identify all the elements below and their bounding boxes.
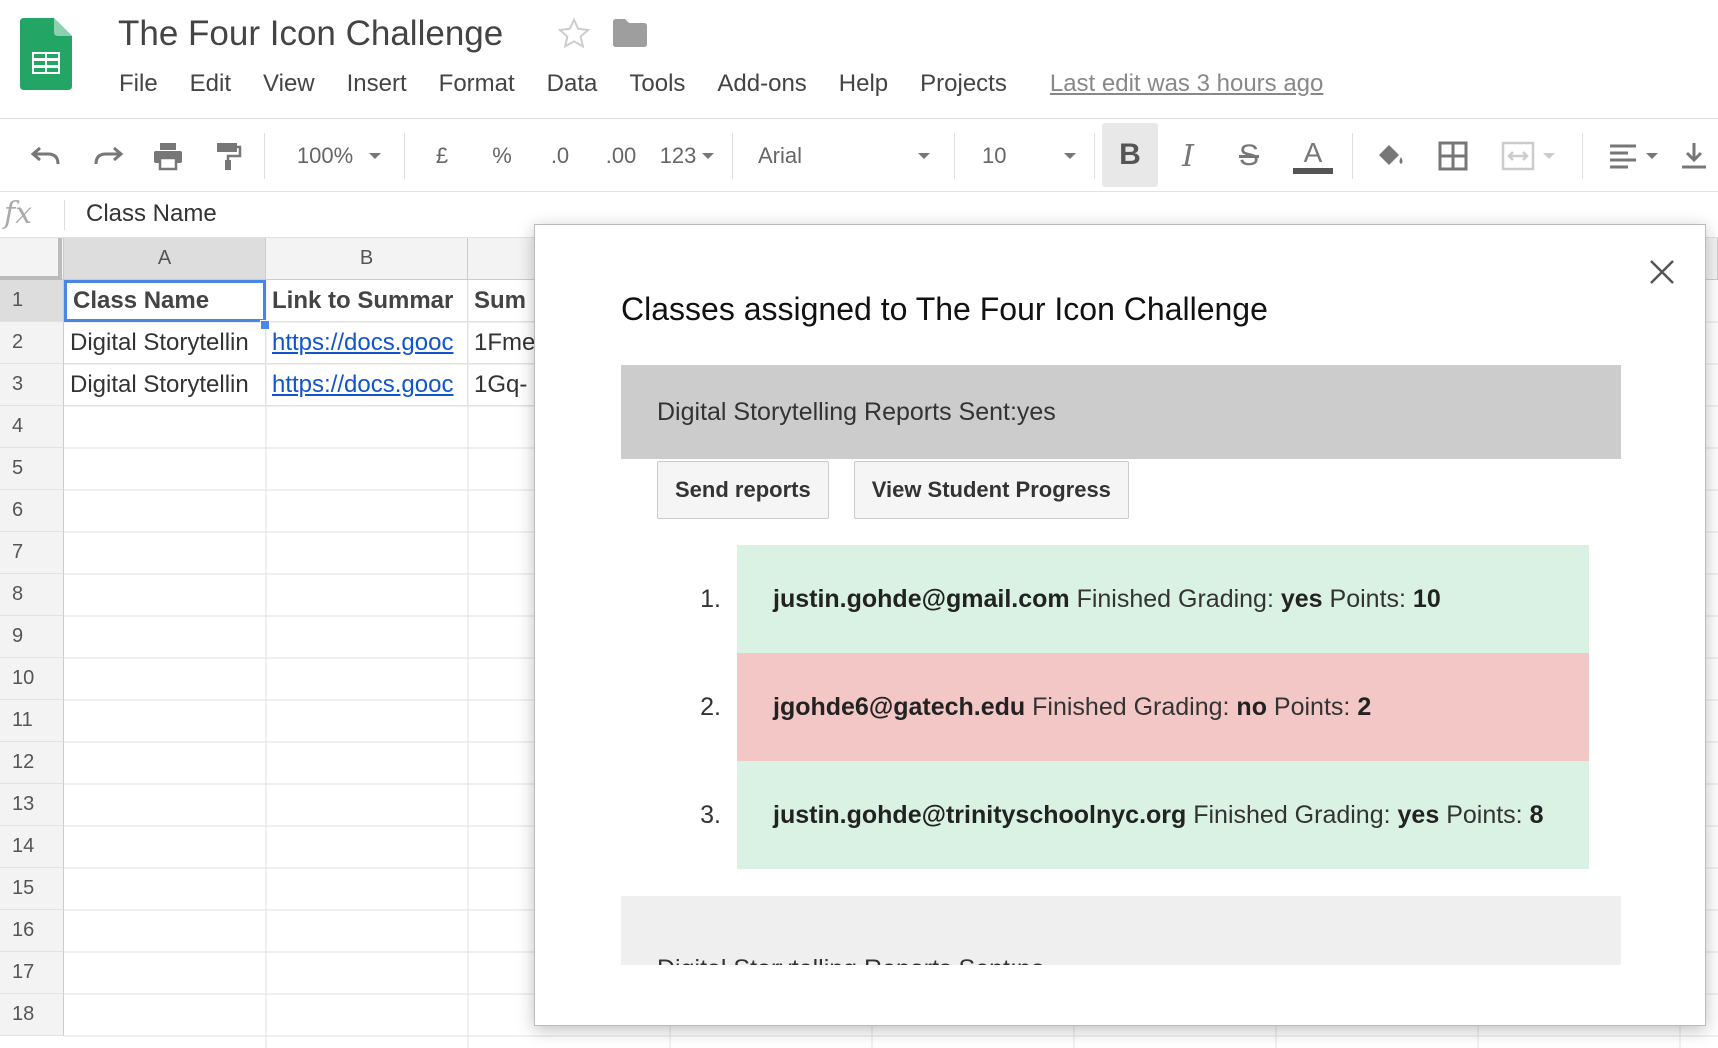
sheets-logo-icon[interactable] bbox=[20, 18, 72, 90]
list-item: 2. jgohde6@gatech.edu Finished Grading: … bbox=[700, 653, 1589, 761]
menu-projects[interactable]: Projects bbox=[909, 70, 1018, 98]
student-points: 2 bbox=[1357, 692, 1372, 721]
paint-format-icon[interactable] bbox=[204, 119, 252, 193]
print-icon[interactable] bbox=[144, 119, 192, 193]
class-header-label: Digital Storytelling Reports Sent:yes bbox=[657, 397, 1056, 426]
undo-icon[interactable] bbox=[22, 119, 70, 193]
cell-a3[interactable]: Digital Storytellin bbox=[64, 364, 266, 406]
menu-tools[interactable]: Tools bbox=[618, 70, 696, 98]
row-header[interactable]: 3 bbox=[0, 364, 64, 406]
row-header[interactable]: 1 bbox=[0, 280, 64, 322]
menu-insert[interactable]: Insert bbox=[336, 70, 418, 98]
list-item: 1. justin.gohde@gmail.com Finished Gradi… bbox=[700, 545, 1589, 653]
grading-status: yes bbox=[1280, 584, 1323, 613]
dialog-title: Classes assigned to The Four Icon Challe… bbox=[621, 291, 1268, 327]
cell-a1[interactable]: Class Name bbox=[64, 280, 266, 322]
decrease-decimal-button[interactable]: .0 bbox=[540, 119, 580, 193]
vertical-align-icon[interactable] bbox=[1672, 119, 1716, 193]
class-header-label: Digital Storytelling Reports Sent:no bbox=[657, 955, 1045, 965]
row-header[interactable]: 17 bbox=[0, 952, 64, 994]
fill-color-icon[interactable] bbox=[1366, 119, 1416, 193]
student-points: 10 bbox=[1412, 584, 1441, 613]
student-points: 8 bbox=[1529, 800, 1544, 829]
cell-c2[interactable]: 1Fme bbox=[468, 322, 538, 364]
zoom-select[interactable]: 100% bbox=[284, 119, 394, 193]
row-header[interactable]: 8 bbox=[0, 574, 64, 616]
student-email: jgohde6@gatech.edu bbox=[773, 692, 1026, 721]
dialog-content: Digital Storytelling Reports Sent:yes Se… bbox=[621, 365, 1621, 965]
menu-file[interactable]: File bbox=[108, 70, 169, 98]
class-actions: Send reports View Student Progress bbox=[621, 461, 1621, 519]
cell-a2[interactable]: Digital Storytellin bbox=[64, 322, 266, 364]
list-item: 3. justin.gohde@trinityschoolnyc.org Fin… bbox=[700, 761, 1589, 869]
student-email: justin.gohde@trinityschoolnyc.org bbox=[773, 800, 1187, 829]
more-formats-select[interactable]: 123 bbox=[656, 119, 718, 193]
menu-bar: File Edit View Insert Format Data Tools … bbox=[108, 66, 1323, 102]
send-reports-button[interactable]: Send reports bbox=[657, 461, 829, 519]
merge-cells-icon[interactable] bbox=[1490, 119, 1566, 193]
row-header[interactable]: 11 bbox=[0, 700, 64, 742]
select-all-corner[interactable] bbox=[0, 238, 64, 280]
borders-icon[interactable] bbox=[1428, 119, 1478, 193]
row-header[interactable]: 5 bbox=[0, 448, 64, 490]
row-header[interactable]: 7 bbox=[0, 532, 64, 574]
menu-edit[interactable]: Edit bbox=[179, 70, 242, 98]
row-header[interactable]: 10 bbox=[0, 658, 64, 700]
cell-b2[interactable]: https://docs.gooc bbox=[266, 322, 468, 364]
menu-data[interactable]: Data bbox=[536, 70, 609, 98]
cell-b3[interactable]: https://docs.gooc bbox=[266, 364, 468, 406]
close-icon[interactable] bbox=[1645, 255, 1679, 289]
increase-decimal-button[interactable]: .00 bbox=[598, 119, 644, 193]
fx-icon: fx bbox=[4, 196, 33, 231]
percent-format-button[interactable]: % bbox=[484, 119, 520, 193]
row-header[interactable]: 13 bbox=[0, 784, 64, 826]
align-left-icon[interactable] bbox=[1600, 119, 1666, 193]
row-header[interactable]: 9 bbox=[0, 616, 64, 658]
formula-input[interactable]: Class Name bbox=[86, 200, 217, 228]
app-header: The Four Icon Challenge File Edit View I… bbox=[0, 0, 1718, 118]
font-size-select[interactable]: 10 bbox=[982, 119, 1076, 193]
column-header-a[interactable]: A bbox=[64, 238, 266, 280]
row-header[interactable]: 6 bbox=[0, 490, 64, 532]
menu-view[interactable]: View bbox=[252, 70, 326, 98]
class-accordion-header[interactable]: Digital Storytelling Reports Sent:no bbox=[621, 896, 1621, 965]
cell-b1[interactable]: Link to Summar bbox=[266, 280, 468, 322]
menu-help[interactable]: Help bbox=[828, 70, 899, 98]
view-student-progress-button[interactable]: View Student Progress bbox=[853, 461, 1129, 519]
menu-format[interactable]: Format bbox=[428, 70, 526, 98]
grading-status: yes bbox=[1397, 800, 1440, 829]
row-header[interactable]: 18 bbox=[0, 994, 64, 1036]
student-email: justin.gohde@gmail.com bbox=[773, 584, 1070, 613]
student-list: 1. justin.gohde@gmail.com Finished Gradi… bbox=[700, 545, 1589, 869]
star-icon[interactable] bbox=[556, 16, 592, 52]
folder-icon[interactable] bbox=[612, 18, 648, 48]
grading-status: no bbox=[1236, 692, 1267, 721]
classes-dialog: Classes assigned to The Four Icon Challe… bbox=[534, 224, 1706, 1026]
cell-c3[interactable]: 1Gq- bbox=[468, 364, 538, 406]
last-edit-link[interactable]: Last edit was 3 hours ago bbox=[1050, 70, 1324, 98]
selection-fill-handle[interactable] bbox=[260, 320, 270, 330]
row-header[interactable]: 12 bbox=[0, 742, 64, 784]
redo-icon[interactable] bbox=[84, 119, 132, 193]
row-header[interactable]: 2 bbox=[0, 322, 64, 364]
document-title[interactable]: The Four Icon Challenge bbox=[118, 14, 503, 54]
cell-c1[interactable]: Sum bbox=[468, 280, 538, 322]
column-header-b[interactable]: B bbox=[266, 238, 468, 280]
bold-icon[interactable]: B bbox=[1102, 123, 1158, 187]
row-header[interactable]: 15 bbox=[0, 868, 64, 910]
row-header[interactable]: 4 bbox=[0, 406, 64, 448]
menu-addons[interactable]: Add-ons bbox=[706, 70, 817, 98]
strikethrough-icon[interactable]: S bbox=[1224, 119, 1274, 193]
italic-icon[interactable]: I bbox=[1164, 119, 1212, 193]
class-accordion-header[interactable]: Digital Storytelling Reports Sent:yes bbox=[621, 365, 1621, 459]
row-header[interactable]: 14 bbox=[0, 826, 64, 868]
toolbar: 100% £ % .0 .00 123 Arial 10 B I S A bbox=[0, 118, 1718, 192]
font-select[interactable]: Arial bbox=[758, 119, 930, 193]
currency-format-button[interactable]: £ bbox=[424, 119, 460, 193]
row-header[interactable]: 16 bbox=[0, 910, 64, 952]
text-color-icon[interactable]: A bbox=[1288, 119, 1338, 193]
